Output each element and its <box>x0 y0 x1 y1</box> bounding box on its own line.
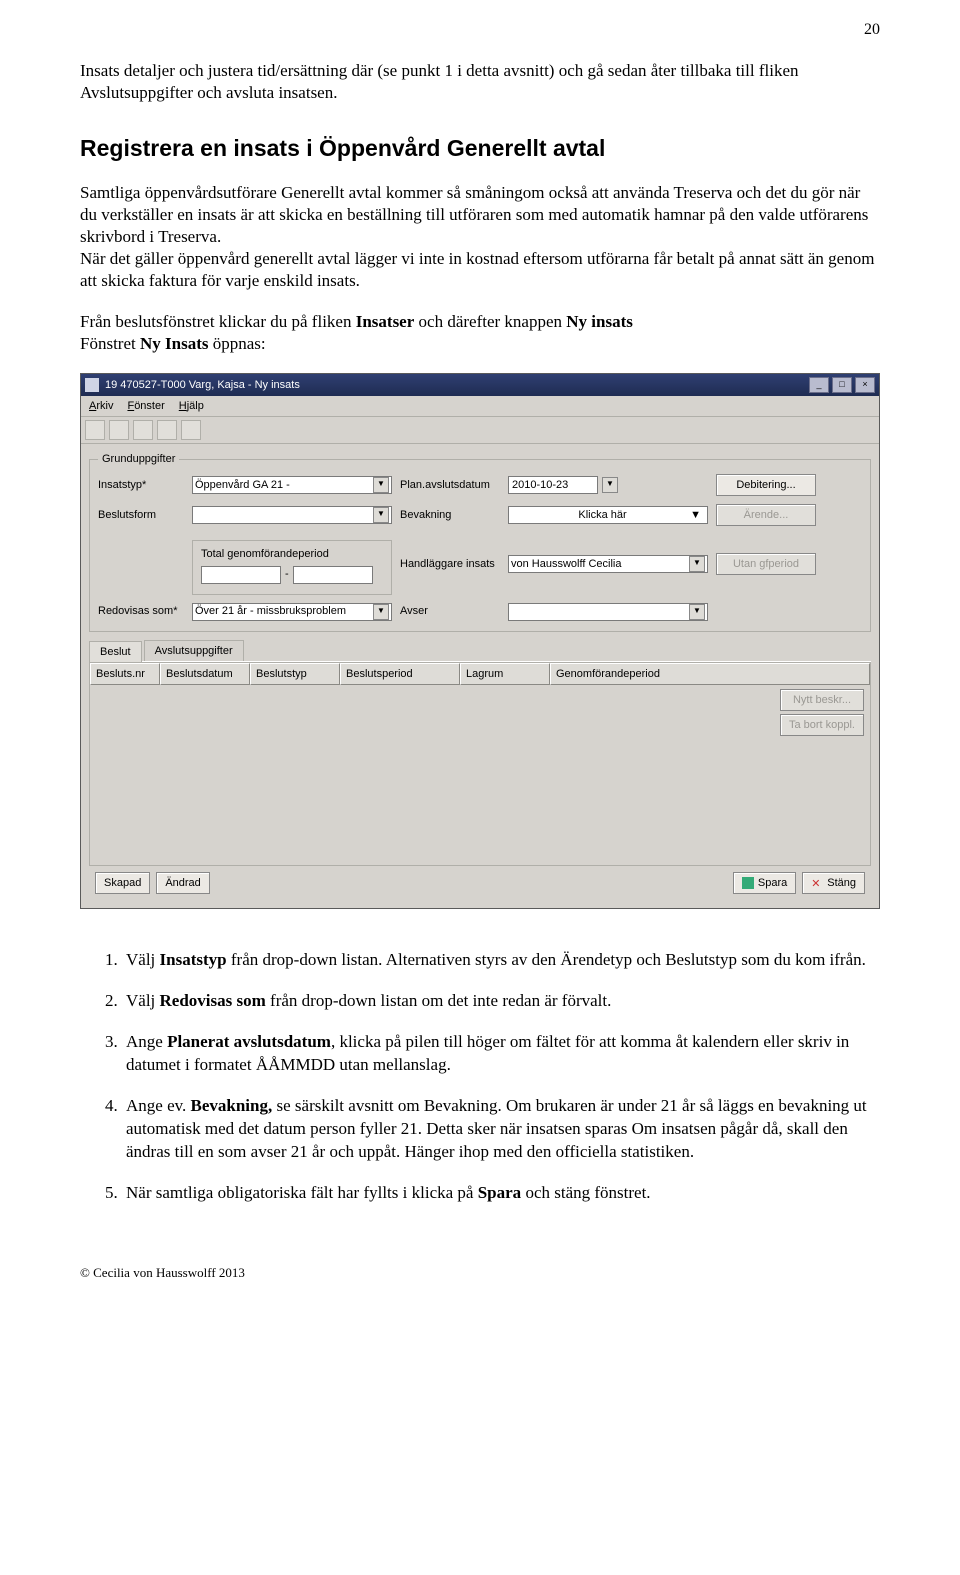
combo-beslutsform[interactable]: ▼ <box>192 506 392 524</box>
tool-print-icon[interactable] <box>181 420 201 440</box>
window-icon <box>85 378 99 392</box>
app-window: 19 470527-T000 Varg, Kajsa - Ny insats _… <box>80 373 880 909</box>
th-beslutstyp[interactable]: Beslutstyp <box>250 663 340 685</box>
combo-redovisas-value: Över 21 år - missbruksproblem <box>195 604 373 618</box>
th-beslutsdatum[interactable]: Beslutsdatum <box>160 663 250 685</box>
titlebar: 19 470527-T000 Varg, Kajsa - Ny insats _… <box>81 374 879 396</box>
calendar-arrow-icon[interactable]: ▼ <box>602 477 618 493</box>
close-icon: ✕ <box>811 877 823 889</box>
button-andrad[interactable]: Ändrad <box>156 872 209 894</box>
tool-paste-icon[interactable] <box>157 420 177 440</box>
label-handlaggare: Handläggare insats <box>400 557 500 571</box>
tool-cut-icon[interactable] <box>109 420 129 440</box>
bevakning-field[interactable]: Klicka här ▼ <box>508 506 708 524</box>
footer: © Cecilia von Hausswolff 2013 <box>80 1265 880 1282</box>
pc3: Fönstret <box>80 334 140 353</box>
label-bevakning: Bevakning <box>400 508 500 522</box>
tabs: Beslut Avslutsuppgifter <box>89 640 871 662</box>
table-body: Nytt beskr... Ta bort koppl. <box>90 685 870 865</box>
label-genomforande: Total genomförandeperiod <box>201 547 383 561</box>
label-redovisas: Redovisas som* <box>98 604 184 618</box>
chevron-down-icon[interactable]: ▼ <box>373 604 389 620</box>
th-genomforandeperiod[interactable]: Genomförandeperiod <box>550 663 870 685</box>
tab-avslutsuppgifter[interactable]: Avslutsuppgifter <box>144 640 244 661</box>
pc4: öppnas: <box>208 334 265 353</box>
input-period-from[interactable] <box>201 566 281 584</box>
fieldset-genomforandeperiod: Total genomförandeperiod - <box>192 540 392 594</box>
menu-hjalp[interactable]: Hjälp <box>179 399 204 413</box>
maximize-button[interactable]: □ <box>832 377 852 393</box>
input-period-to[interactable] <box>293 566 373 584</box>
menu-arkiv[interactable]: Arkiv <box>89 399 113 413</box>
menu-fonster[interactable]: Fönster <box>127 399 164 413</box>
steps-list: Välj Insatstyp från drop-down listan. Al… <box>80 949 880 1205</box>
combo-redovisas[interactable]: Över 21 år - missbruksproblem ▼ <box>192 603 392 621</box>
step-2: Välj Redovisas som från drop-down listan… <box>122 990 880 1013</box>
section-heading: Registrera en insats i Öppenvård Generel… <box>80 134 880 164</box>
pc1: Från beslutsfönstret klickar du på flike… <box>80 312 356 331</box>
button-arende: Ärende... <box>716 504 816 526</box>
tool-copy-icon[interactable] <box>133 420 153 440</box>
combo-handlaggare-value: von Hausswolff Cecilia <box>511 557 689 571</box>
step-3: Ange Planerat avslutsdatum, klicka på pi… <box>122 1031 880 1077</box>
para-a-text: Samtliga öppenvårdsutförare Generellt av… <box>80 183 868 246</box>
button-spara-label: Spara <box>758 876 787 890</box>
chevron-down-icon[interactable]: ▼ <box>690 508 701 522</box>
window-title: 19 470527-T000 Varg, Kajsa - Ny insats <box>105 378 300 392</box>
button-stang[interactable]: ✕ Stäng <box>802 872 865 894</box>
label-avslutsdatum: Plan.avslutsdatum <box>400 478 500 492</box>
paragraph-c: Från beslutsfönstret klickar du på flike… <box>80 311 880 355</box>
button-utan-gfperiod: Utan gfperiod <box>716 553 816 575</box>
intro-paragraph: Insats detaljer och justera tid/ersättni… <box>80 60 880 104</box>
th-beslutsnr[interactable]: Besluts.nr <box>90 663 160 685</box>
bottom-bar: Skapad Ändrad Spara ✕ Stäng <box>89 866 871 900</box>
chevron-down-icon[interactable]: ▼ <box>373 507 389 523</box>
button-stang-label: Stäng <box>827 876 856 890</box>
th-lagrum[interactable]: Lagrum <box>460 663 550 685</box>
combo-insatstyp[interactable]: Öppenvård GA 21 - ▼ <box>192 476 392 494</box>
group-grunduppgifter: Grunduppgifter Insatstyp* Öppenvård GA 2… <box>89 452 871 632</box>
dash: - <box>285 567 289 581</box>
label-insatstyp: Insatstyp* <box>98 478 184 492</box>
page-number: 20 <box>864 20 880 41</box>
combo-handlaggare[interactable]: von Hausswolff Cecilia ▼ <box>508 555 708 573</box>
table-header: Besluts.nr Beslutsdatum Beslutstyp Beslu… <box>90 663 870 685</box>
th-beslutsperiod[interactable]: Beslutsperiod <box>340 663 460 685</box>
close-button[interactable]: × <box>855 377 875 393</box>
form-area: Grunduppgifter Insatstyp* Öppenvård GA 2… <box>81 444 879 908</box>
button-ta-bort-koppl: Ta bort koppl. <box>780 714 864 736</box>
combo-avser[interactable]: ▼ <box>508 603 708 621</box>
pc-b1: Insatser <box>356 312 415 331</box>
pc-b3: Ny Insats <box>140 334 209 353</box>
label-beslutsform: Beslutsform <box>98 508 184 522</box>
menubar: Arkiv Fönster Hjälp <box>81 396 879 417</box>
chevron-down-icon[interactable]: ▼ <box>373 477 389 493</box>
input-avslutsdatum[interactable]: 2010-10-23 <box>508 476 598 494</box>
combo-insatstyp-value: Öppenvård GA 21 - <box>195 478 373 492</box>
group-legend: Grunduppgifter <box>98 452 179 466</box>
step-5: När samtliga obligatoriska fält har fyll… <box>122 1182 880 1205</box>
button-spara[interactable]: Spara <box>733 872 796 894</box>
step-4: Ange ev. Bevakning, se särskilt avsnitt … <box>122 1095 880 1164</box>
pc-b2: Ny insats <box>566 312 633 331</box>
paragraph-a: Samtliga öppenvårdsutförare Generellt av… <box>80 182 880 292</box>
pc2: och därefter knappen <box>414 312 566 331</box>
chevron-down-icon[interactable]: ▼ <box>689 556 705 572</box>
tab-panel: Besluts.nr Beslutsdatum Beslutstyp Beslu… <box>89 662 871 866</box>
chevron-down-icon[interactable]: ▼ <box>689 604 705 620</box>
step-1: Välj Insatstyp från drop-down listan. Al… <box>122 949 880 972</box>
label-avser: Avser <box>400 604 500 618</box>
save-icon <box>742 877 754 889</box>
tool-new-icon[interactable] <box>85 420 105 440</box>
button-skapad[interactable]: Skapad <box>95 872 150 894</box>
minimize-button[interactable]: _ <box>809 377 829 393</box>
tab-beslut[interactable]: Beslut <box>89 641 142 662</box>
bevakning-text: Klicka här <box>515 508 690 522</box>
para-b-text: När det gäller öppenvård generellt avtal… <box>80 249 874 290</box>
button-debitering[interactable]: Debitering... <box>716 474 816 496</box>
button-nytt-beskr: Nytt beskr... <box>780 689 864 711</box>
toolbar <box>81 417 879 444</box>
